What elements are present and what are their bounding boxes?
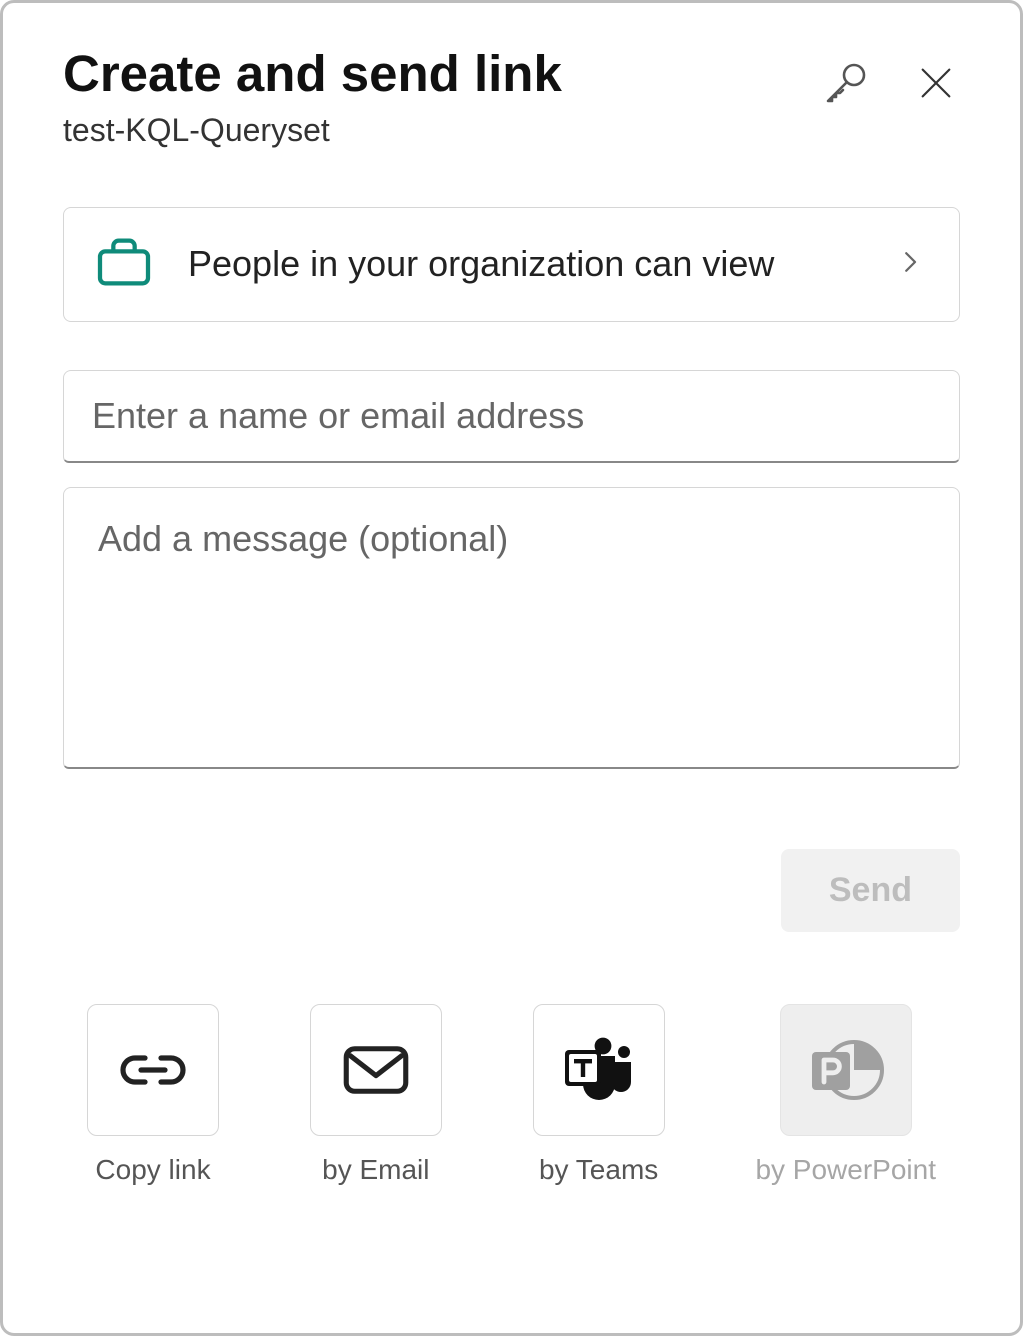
copy-link-tile: [87, 1004, 219, 1136]
powerpoint-tile: [780, 1004, 912, 1136]
send-row: Send: [63, 849, 960, 932]
dialog-header: Create and send link test-KQL-Queryset: [63, 45, 960, 149]
permission-text: People in your organization can view: [188, 240, 895, 289]
chevron-right-icon: [895, 247, 925, 282]
powerpoint-icon: [806, 1034, 886, 1106]
share-option-teams[interactable]: by Teams: [533, 1004, 665, 1186]
share-label-email: by Email: [322, 1154, 429, 1186]
email-tile: [310, 1004, 442, 1136]
teams-tile: [533, 1004, 665, 1136]
header-text-block: Create and send link test-KQL-Queryset: [63, 45, 818, 149]
share-options: Copy link by Email: [63, 1004, 960, 1186]
permission-selector[interactable]: People in your organization can view: [63, 207, 960, 322]
message-input[interactable]: [63, 487, 960, 769]
header-actions: [818, 45, 960, 111]
mail-icon: [342, 1043, 410, 1097]
key-icon: [822, 59, 870, 107]
link-icon: [117, 1046, 189, 1094]
share-option-powerpoint[interactable]: by PowerPoint: [755, 1004, 936, 1186]
share-label-powerpoint: by PowerPoint: [755, 1154, 936, 1186]
close-button[interactable]: [912, 59, 960, 107]
share-label-teams: by Teams: [539, 1154, 658, 1186]
share-dialog: Create and send link test-KQL-Queryset: [0, 0, 1023, 1336]
close-icon: [916, 63, 956, 103]
recipient-input[interactable]: [63, 370, 960, 463]
share-option-email[interactable]: by Email: [310, 1004, 442, 1186]
share-label-copy-link: Copy link: [95, 1154, 210, 1186]
teams-icon: [559, 1034, 639, 1106]
dialog-title: Create and send link: [63, 45, 818, 104]
share-option-copy-link[interactable]: Copy link: [87, 1004, 219, 1186]
send-button[interactable]: Send: [781, 849, 960, 932]
manage-access-button[interactable]: [818, 55, 874, 111]
briefcase-icon: [92, 230, 156, 299]
dialog-subtitle: test-KQL-Queryset: [63, 112, 818, 149]
